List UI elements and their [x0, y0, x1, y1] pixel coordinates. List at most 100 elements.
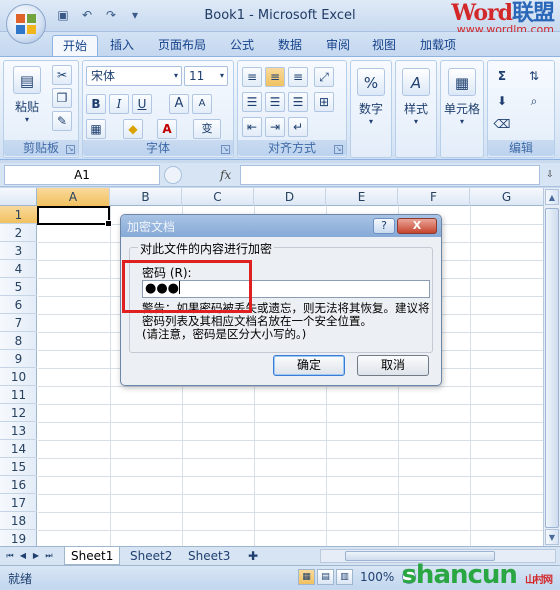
styles-group[interactable]: A 样式 ▾: [395, 60, 437, 158]
align-top-icon[interactable]: ≡: [242, 67, 262, 87]
copy-icon[interactable]: ❐: [52, 88, 72, 108]
underline-button[interactable]: U: [132, 94, 152, 114]
number-group[interactable]: % 数字 ▾: [350, 60, 392, 158]
tab-addins[interactable]: 加载项: [410, 35, 466, 56]
ok-button[interactable]: 确定: [273, 355, 345, 376]
cells-button[interactable]: ▦ 单元格 ▾: [443, 67, 481, 129]
font-name-select[interactable]: 宋体 ▾: [86, 66, 182, 86]
number-button[interactable]: % 数字 ▾: [354, 67, 388, 129]
office-button[interactable]: [6, 4, 46, 44]
row-header-1[interactable]: 1: [0, 206, 37, 224]
cut-icon[interactable]: ✂: [52, 65, 72, 85]
tab-formulas[interactable]: 公式: [220, 35, 264, 56]
shrink-font-button[interactable]: A: [192, 94, 212, 114]
italic-button[interactable]: I: [109, 94, 129, 114]
tab-view[interactable]: 视图: [362, 35, 406, 56]
font-size-select[interactable]: 11 ▾: [184, 66, 228, 86]
sort-filter-icon[interactable]: ⇅: [524, 67, 544, 87]
align-middle-icon[interactable]: ≡: [265, 67, 285, 87]
column-header-c[interactable]: C: [182, 188, 254, 206]
expand-formula-bar-icon[interactable]: ⇩: [544, 167, 556, 183]
fill-color-icon[interactable]: ◆: [123, 119, 143, 139]
close-button[interactable]: X: [397, 218, 437, 234]
row-header-8[interactable]: 8: [0, 332, 37, 350]
row-header-3[interactable]: 3: [0, 242, 37, 260]
bold-button[interactable]: B: [86, 94, 106, 114]
align-bottom-icon[interactable]: ≡: [288, 67, 308, 87]
sheet-tab-sheet1[interactable]: Sheet1: [64, 547, 121, 565]
column-header-g[interactable]: G: [470, 188, 543, 206]
grow-font-button[interactable]: A: [169, 94, 189, 114]
name-box[interactable]: A1: [4, 165, 160, 185]
row-header-6[interactable]: 6: [0, 296, 37, 314]
increase-indent-icon[interactable]: ⇥: [265, 117, 285, 137]
tab-insert[interactable]: 插入: [100, 35, 144, 56]
tab-review[interactable]: 审阅: [316, 35, 360, 56]
align-center-icon[interactable]: ☰: [265, 92, 285, 112]
tab-data[interactable]: 数据: [268, 35, 312, 56]
cancel-button[interactable]: 取消: [357, 355, 429, 376]
insert-function-button[interactable]: fx: [220, 165, 238, 185]
row-header-5[interactable]: 5: [0, 278, 37, 296]
tab-page-layout[interactable]: 页面布局: [148, 35, 216, 56]
page-break-view-icon[interactable]: ▥: [336, 569, 353, 585]
select-all-corner[interactable]: [0, 188, 37, 206]
row-header-18[interactable]: 18: [0, 512, 37, 530]
page-layout-view-icon[interactable]: ▤: [317, 569, 334, 585]
row-header-16[interactable]: 16: [0, 476, 37, 494]
scroll-thumb[interactable]: [545, 208, 559, 528]
paste-button[interactable]: ▤ 粘贴 ▾: [8, 65, 46, 127]
column-header-e[interactable]: E: [326, 188, 398, 206]
scroll-down-icon[interactable]: ▼: [545, 529, 559, 545]
clipboard-launcher-icon[interactable]: ↘: [66, 145, 75, 154]
row-header-15[interactable]: 15: [0, 458, 37, 476]
row-header-7[interactable]: 7: [0, 314, 37, 332]
row-header-11[interactable]: 11: [0, 386, 37, 404]
row-header-4[interactable]: 4: [0, 260, 37, 278]
autosum-icon[interactable]: Σ: [492, 67, 512, 87]
last-sheet-icon[interactable]: ⏭: [43, 548, 55, 564]
normal-view-icon[interactable]: ▦: [298, 569, 315, 585]
phonetic-button[interactable]: 变: [193, 119, 221, 139]
styles-button[interactable]: A 样式 ▾: [399, 67, 433, 129]
column-header-a[interactable]: A: [37, 188, 110, 206]
next-sheet-icon[interactable]: ▶: [30, 548, 42, 564]
active-cell-a1[interactable]: [37, 206, 112, 227]
prev-sheet-icon[interactable]: ◀: [17, 548, 29, 564]
cells-group[interactable]: ▦ 单元格 ▾: [440, 60, 484, 158]
row-header-19[interactable]: 19: [0, 530, 37, 546]
column-header-b[interactable]: B: [110, 188, 182, 206]
font-launcher-icon[interactable]: ↘: [221, 145, 230, 154]
zoom-level[interactable]: 100%: [360, 570, 394, 584]
help-button[interactable]: ?: [373, 218, 395, 234]
merge-center-icon[interactable]: ⊞: [314, 92, 334, 112]
row-header-12[interactable]: 12: [0, 404, 37, 422]
insert-sheet-icon[interactable]: ✚: [242, 547, 264, 565]
clear-icon[interactable]: ⌫: [492, 115, 512, 135]
align-left-icon[interactable]: ☰: [242, 92, 262, 112]
align-right-icon[interactable]: ☰: [288, 92, 308, 112]
wrap-text-icon[interactable]: ↵: [288, 117, 308, 137]
font-color-icon[interactable]: A: [157, 119, 177, 139]
find-icon[interactable]: ⌕: [524, 92, 544, 112]
scroll-up-icon[interactable]: ▲: [545, 189, 559, 205]
sheet-tab-sheet2[interactable]: Sheet2: [124, 547, 178, 565]
column-header-f[interactable]: F: [398, 188, 470, 206]
column-header-d[interactable]: D: [254, 188, 326, 206]
row-header-2[interactable]: 2: [0, 224, 37, 242]
row-header-17[interactable]: 17: [0, 494, 37, 512]
decrease-indent-icon[interactable]: ⇤: [242, 117, 262, 137]
row-header-9[interactable]: 9: [0, 350, 37, 368]
row-header-13[interactable]: 13: [0, 422, 37, 440]
format-painter-icon[interactable]: ✎: [52, 111, 72, 131]
name-box-dropdown-icon[interactable]: [164, 166, 182, 184]
row-header-14[interactable]: 14: [0, 440, 37, 458]
first-sheet-icon[interactable]: ⏮: [4, 548, 16, 564]
formula-input[interactable]: [240, 165, 540, 185]
sheet-tab-sheet3[interactable]: Sheet3: [182, 547, 236, 565]
row-header-10[interactable]: 10: [0, 368, 37, 386]
borders-icon[interactable]: ▦: [86, 119, 106, 139]
alignment-launcher-icon[interactable]: ↘: [334, 145, 343, 154]
orientation-icon[interactable]: ⤢: [314, 67, 334, 87]
tab-home[interactable]: 开始: [52, 35, 99, 56]
